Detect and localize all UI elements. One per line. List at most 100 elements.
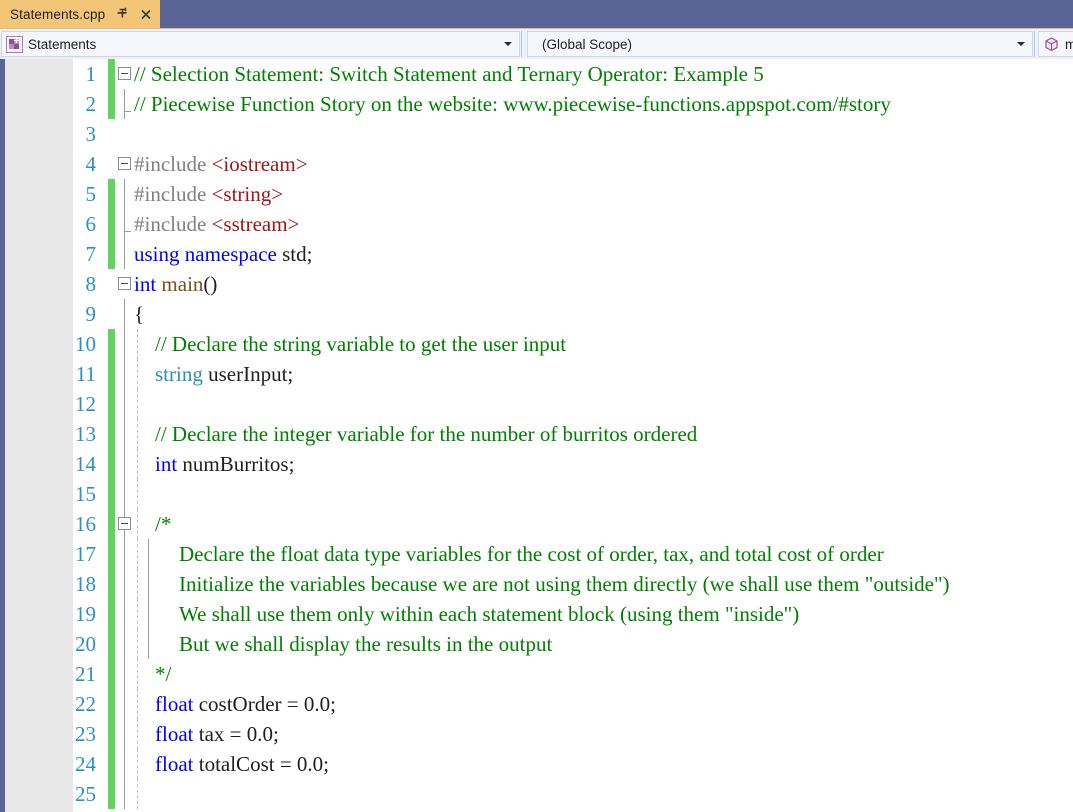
line-number: 21 <box>75 662 96 686</box>
code-line[interactable]: 11 string userInput; <box>0 359 1073 389</box>
collapse-outlining-toggle[interactable] <box>118 517 131 530</box>
code-line[interactable]: 14 int numBurritos; <box>0 449 1073 479</box>
outlining-connector <box>124 419 125 449</box>
outlining-connector <box>124 209 125 239</box>
change-marker <box>108 779 115 809</box>
code-line[interactable]: 20 But we shall display the results in th… <box>0 629 1073 659</box>
code-line[interactable]: 15 <box>0 479 1073 509</box>
indent-guide <box>137 329 138 359</box>
collapse-outlining-toggle[interactable] <box>118 67 131 80</box>
code-token: // Piecewise Function Story on the websi… <box>134 92 891 116</box>
code-token: int <box>155 452 183 476</box>
chevron-down-icon[interactable] <box>504 42 512 46</box>
code-token: float <box>155 752 199 776</box>
navigation-bar: Statements (Global Scope) m <box>0 28 1073 59</box>
code-line[interactable]: 13 // Declare the integer variable for th… <box>0 419 1073 449</box>
code-text: { <box>134 299 144 329</box>
code-text: Declare the float data type variables fo… <box>179 539 884 569</box>
collapse-outlining-toggle[interactable] <box>118 277 131 290</box>
navbar-divider-1 <box>521 31 522 57</box>
code-line[interactable]: 1 // Selection Statement: Switch Statemen… <box>0 59 1073 89</box>
code-line[interactable]: 24 float totalCost = 0.0; <box>0 749 1073 779</box>
change-marker <box>108 389 115 419</box>
indent-guide <box>137 569 138 599</box>
code-token: #include <box>134 182 212 206</box>
code-line[interactable]: 10 // Declare the string variable to get … <box>0 329 1073 359</box>
indent-guide <box>137 719 138 749</box>
code-editor[interactable]: 1 // Selection Statement: Switch Statemen… <box>0 59 1073 812</box>
code-token: <string> <box>211 182 284 206</box>
line-number: 13 <box>75 422 96 446</box>
code-line[interactable]: 22 float costOrder = 0.0; <box>0 689 1073 719</box>
code-text: // Declare the string variable to get th… <box>155 329 566 359</box>
outlining-connector <box>124 719 125 749</box>
code-text: /* <box>155 509 171 539</box>
outlining-connector <box>124 599 125 629</box>
chevron-down-icon[interactable] <box>1017 42 1025 46</box>
code-token: <sstream> <box>211 212 300 236</box>
indent-guide <box>137 629 138 659</box>
code-token: float <box>155 722 199 746</box>
code-text: Initialize the variables because we are … <box>179 569 950 599</box>
global-scope-dropdown[interactable]: (Global Scope) <box>527 31 1033 57</box>
outlining-connector <box>124 329 125 359</box>
code-text: #include <string> <box>134 179 283 209</box>
code-line[interactable]: 25 <box>0 779 1073 809</box>
document-tab-strip: Statements.cpp <box>0 0 1073 28</box>
code-line[interactable]: 4 #include <iostream> <box>0 149 1073 179</box>
indent-guide <box>137 779 138 809</box>
line-number: 2 <box>85 92 97 116</box>
code-line[interactable]: 18 Initialize the variables because we ar… <box>0 569 1073 599</box>
line-number: 4 <box>85 152 97 176</box>
line-number: 25 <box>75 782 96 806</box>
outlining-connector <box>124 569 125 599</box>
collapse-outlining-toggle[interactable] <box>118 157 131 170</box>
code-line[interactable]: 17 Declare the float data type variables … <box>0 539 1073 569</box>
code-line[interactable]: 6 #include <sstream> <box>0 209 1073 239</box>
code-line[interactable]: 12 <box>0 389 1073 419</box>
code-text: // Declare the integer variable for the … <box>155 419 697 449</box>
outlining-connector <box>148 539 149 569</box>
line-number: 6 <box>85 212 97 236</box>
document-tab-statements-cpp[interactable]: Statements.cpp <box>0 0 161 28</box>
line-number: 15 <box>75 482 96 506</box>
code-line[interactable]: 16 /* <box>0 509 1073 539</box>
code-lines-container[interactable]: 1 // Selection Statement: Switch Statemen… <box>0 59 1073 812</box>
code-line[interactable]: 19 We shall use them only within each sta… <box>0 599 1073 629</box>
outlining-connector <box>124 749 125 779</box>
code-token: We shall use them only within each state… <box>179 602 800 626</box>
code-line[interactable]: 9{ <box>0 299 1073 329</box>
member-dropdown[interactable]: m <box>1038 31 1073 57</box>
indent-guide <box>137 509 138 539</box>
code-line[interactable]: 21 */ <box>0 659 1073 689</box>
line-number: 8 <box>85 272 97 296</box>
outlining-end-cap <box>124 111 131 112</box>
outlining-connector <box>124 89 125 119</box>
line-number: 3 <box>85 122 97 146</box>
code-line[interactable]: 3 <box>0 119 1073 149</box>
indent-guide <box>137 359 138 389</box>
code-token: numBurritos; <box>182 452 295 476</box>
indent-guide <box>137 599 138 629</box>
pin-icon[interactable] <box>116 6 130 22</box>
project-scope-dropdown[interactable]: Statements <box>1 31 520 57</box>
indent-guide <box>137 689 138 719</box>
outlining-connector <box>124 359 125 389</box>
code-line[interactable]: 5 #include <string> <box>0 179 1073 209</box>
code-line[interactable]: 7 using namespace std; <box>0 239 1073 269</box>
code-line[interactable]: 8 int main() <box>0 269 1073 299</box>
code-token: string <box>155 362 209 386</box>
change-marker <box>108 599 115 629</box>
code-text: // Piecewise Function Story on the websi… <box>134 89 891 119</box>
code-text: But we shall display the results in the … <box>179 629 552 659</box>
code-token: using namespace <box>134 242 283 266</box>
change-marker <box>108 719 115 749</box>
code-text: #include <iostream> <box>134 149 308 179</box>
change-marker <box>108 749 115 779</box>
code-text: // Selection Statement: Switch Statement… <box>134 59 764 89</box>
change-marker <box>108 659 115 689</box>
line-number: 9 <box>85 302 97 326</box>
code-line[interactable]: 23 float tax = 0.0; <box>0 719 1073 749</box>
close-icon[interactable] <box>139 6 153 22</box>
code-line[interactable]: 2 // Piecewise Function Story on the webs… <box>0 89 1073 119</box>
